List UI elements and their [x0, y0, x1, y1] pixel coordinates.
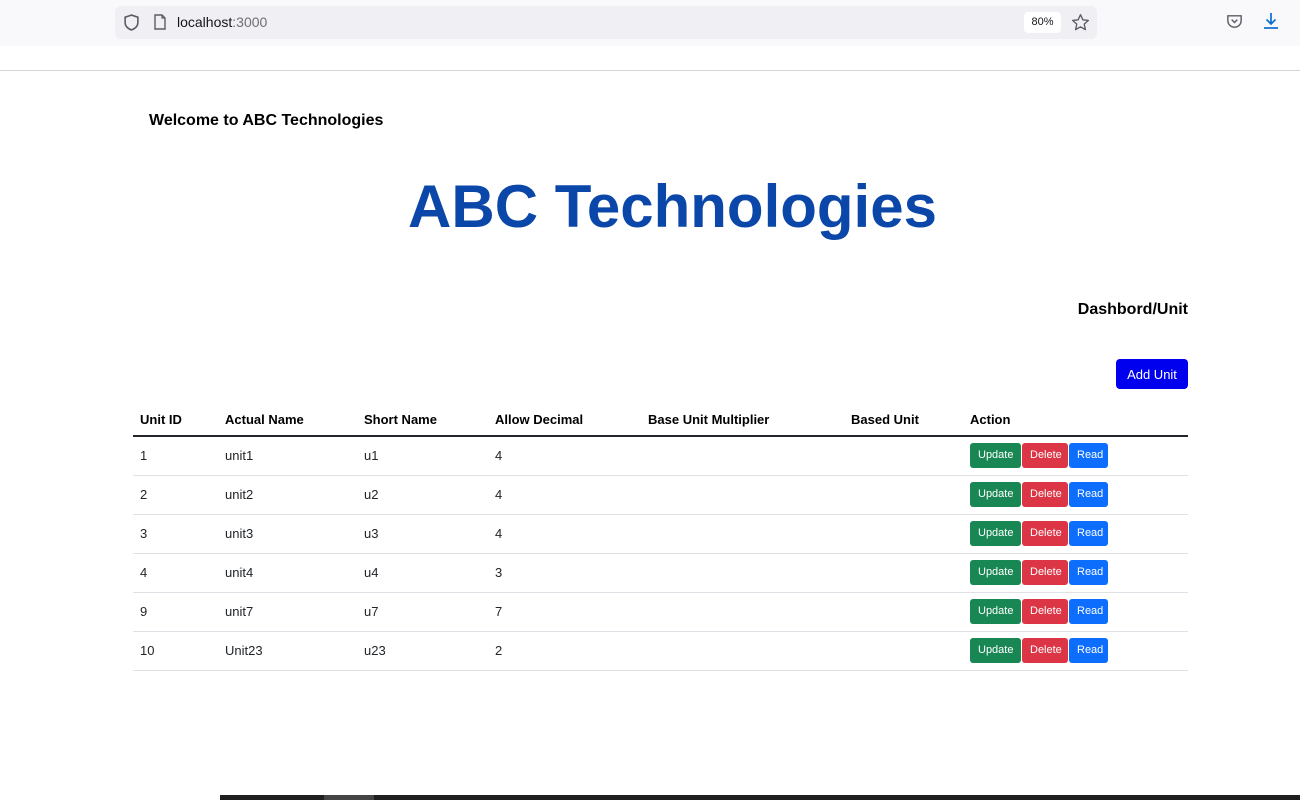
delete-button[interactable]: Delete	[1022, 599, 1068, 624]
url-port: :3000	[232, 14, 268, 30]
cell-base-unit-multiplier	[641, 631, 844, 671]
table-row: 9 unit7 u7 7 Update Delete Read	[133, 592, 1188, 632]
table-row: 2 unit2 u2 4 Update Delete Read	[133, 475, 1188, 515]
cell-allow-decimal: 4	[488, 436, 641, 476]
page-title: ABC Technologies	[408, 173, 937, 240]
cell-based-unit	[844, 592, 963, 632]
cell-base-unit-multiplier	[641, 436, 844, 476]
cell-actual-name: unit3	[218, 514, 357, 554]
header-action: Action	[963, 403, 1188, 437]
delete-button[interactable]: Delete	[1022, 560, 1068, 585]
url-text[interactable]: localhost:3000	[177, 14, 267, 30]
toolbar-divider	[0, 70, 1300, 71]
cell-action: Update Delete Read	[963, 436, 1188, 476]
cell-allow-decimal: 4	[488, 475, 641, 515]
cell-allow-decimal: 7	[488, 592, 641, 632]
cell-actual-name: Unit23	[218, 631, 357, 671]
cell-based-unit	[844, 475, 963, 515]
cell-actual-name: unit7	[218, 592, 357, 632]
url-host: localhost	[177, 14, 233, 30]
header-short-name: Short Name	[357, 403, 488, 437]
header-unit-id: Unit ID	[133, 403, 218, 437]
header-base-unit-multiplier: Base Unit Multiplier	[641, 403, 844, 437]
cell-unit-id: 4	[133, 553, 218, 593]
header-actual-name: Actual Name	[218, 403, 357, 437]
cell-unit-id: 1	[133, 436, 218, 476]
cell-unit-id: 3	[133, 514, 218, 554]
pocket-icon[interactable]	[1225, 12, 1244, 31]
cell-action: Update Delete Read	[963, 475, 1188, 515]
delete-button[interactable]: Delete	[1022, 482, 1068, 507]
update-button[interactable]: Update	[970, 521, 1021, 546]
cell-base-unit-multiplier	[641, 592, 844, 632]
update-button[interactable]: Update	[970, 443, 1021, 469]
download-icon[interactable]	[1261, 11, 1281, 31]
units-table: Unit ID Actual Name Short Name Allow Dec…	[133, 403, 1188, 671]
cell-unit-id: 10	[133, 631, 218, 671]
update-button[interactable]: Update	[970, 599, 1021, 624]
cell-short-name: u3	[357, 514, 488, 554]
taskbar-item[interactable]	[324, 795, 374, 800]
update-button[interactable]: Update	[970, 482, 1021, 507]
add-unit-button[interactable]: Add Unit	[1116, 359, 1188, 389]
taskbar	[220, 795, 1300, 800]
read-button[interactable]: Read	[1069, 482, 1108, 507]
cell-allow-decimal: 4	[488, 514, 641, 554]
cell-unit-id: 2	[133, 475, 218, 515]
cell-short-name: u4	[357, 553, 488, 593]
cell-short-name: u2	[357, 475, 488, 515]
cell-base-unit-multiplier	[641, 553, 844, 593]
cell-action: Update Delete Read	[963, 514, 1188, 554]
table-row: 4 unit4 u4 3 Update Delete Read	[133, 553, 1188, 593]
table-header-row: Unit ID Actual Name Short Name Allow Dec…	[133, 403, 1188, 437]
update-button[interactable]: Update	[970, 560, 1021, 585]
zoom-level[interactable]: 80%	[1024, 12, 1061, 33]
breadcrumb: Dashbord/Unit	[1077, 301, 1188, 318]
cell-allow-decimal: 2	[488, 631, 641, 671]
read-button[interactable]: Read	[1069, 443, 1108, 469]
browser-toolbar: localhost:3000 80%	[0, 0, 1300, 46]
table-row: 10 Unit23 u23 2 Update Delete Read	[133, 631, 1188, 671]
cell-allow-decimal: 3	[488, 553, 641, 593]
cell-short-name: u7	[357, 592, 488, 632]
cell-unit-id: 9	[133, 592, 218, 632]
update-button[interactable]: Update	[970, 638, 1021, 663]
cell-action: Update Delete Read	[963, 592, 1188, 632]
header-based-unit: Based Unit	[844, 403, 963, 437]
cell-actual-name: unit4	[218, 553, 357, 593]
read-button[interactable]: Read	[1069, 521, 1108, 546]
shield-icon[interactable]	[123, 14, 140, 31]
cell-based-unit	[844, 631, 963, 671]
star-icon[interactable]	[1071, 13, 1090, 32]
page-icon[interactable]	[153, 14, 167, 30]
read-button[interactable]: Read	[1069, 638, 1108, 663]
cell-base-unit-multiplier	[641, 475, 844, 515]
delete-button[interactable]: Delete	[1022, 521, 1068, 546]
cell-action: Update Delete Read	[963, 553, 1188, 593]
read-button[interactable]: Read	[1069, 560, 1108, 585]
cell-based-unit	[844, 436, 963, 476]
cell-actual-name: unit1	[218, 436, 357, 476]
cell-based-unit	[844, 553, 963, 593]
cell-action: Update Delete Read	[963, 631, 1188, 671]
cell-actual-name: unit2	[218, 475, 357, 515]
table-row: 3 unit3 u3 4 Update Delete Read	[133, 514, 1188, 554]
table-row: 1 unit1 u1 4 Update Delete Read	[133, 436, 1188, 476]
read-button[interactable]: Read	[1069, 599, 1108, 624]
delete-button[interactable]: Delete	[1022, 443, 1068, 469]
address-bar[interactable]: localhost:3000 80%	[115, 6, 1097, 39]
cell-short-name: u23	[357, 631, 488, 671]
cell-base-unit-multiplier	[641, 514, 844, 554]
cell-based-unit	[844, 514, 963, 554]
welcome-heading: Welcome to ABC Technologies	[149, 112, 384, 129]
cell-short-name: u1	[357, 436, 488, 476]
header-allow-decimal: Allow Decimal	[488, 403, 641, 437]
delete-button[interactable]: Delete	[1022, 638, 1068, 663]
